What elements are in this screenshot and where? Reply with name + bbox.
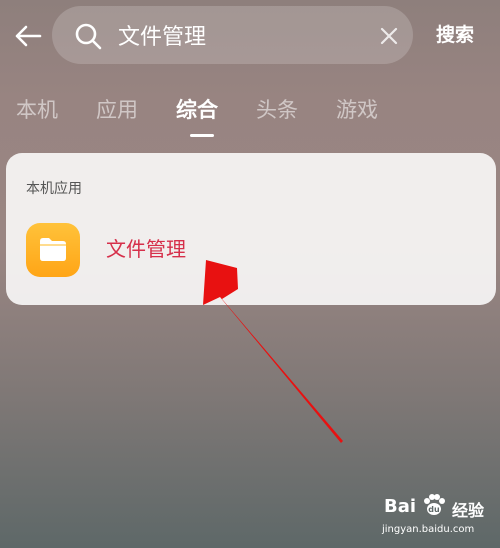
watermark-url: jingyan.baidu.com — [382, 524, 475, 535]
tab-local[interactable]: 本机 — [16, 94, 58, 126]
paw-icon: du — [424, 494, 445, 515]
search-icon — [75, 23, 102, 50]
tab-games[interactable]: 游戏 — [336, 94, 378, 126]
watermark-suffix: 经验 — [452, 501, 485, 520]
tab-all[interactable]: 综合 — [176, 94, 218, 126]
search-input[interactable] — [118, 16, 358, 54]
search-button[interactable]: 搜索 — [420, 20, 490, 50]
tab-bar: 本机 应用 综合 头条 游戏 — [0, 88, 500, 138]
app-result-item[interactable]: 文件管理 — [22, 219, 482, 283]
folder-icon — [26, 223, 80, 277]
app-name: 文件管理 — [106, 237, 186, 261]
results-card: 本机应用 文件管理 — [6, 153, 496, 305]
section-label: 本机应用 — [26, 181, 82, 197]
arrow-left-icon — [15, 25, 42, 47]
tab-apps[interactable]: 应用 — [96, 94, 138, 126]
active-tab-indicator — [190, 134, 214, 137]
close-icon[interactable] — [377, 24, 401, 48]
watermark-brand: Bai — [384, 496, 417, 517]
watermark: Bai du 经验 jingyan.baidu.com — [380, 490, 498, 545]
svg-text:du: du — [428, 505, 440, 514]
tab-news[interactable]: 头条 — [256, 94, 298, 126]
back-button[interactable] — [8, 18, 48, 54]
search-bar[interactable] — [52, 6, 413, 64]
